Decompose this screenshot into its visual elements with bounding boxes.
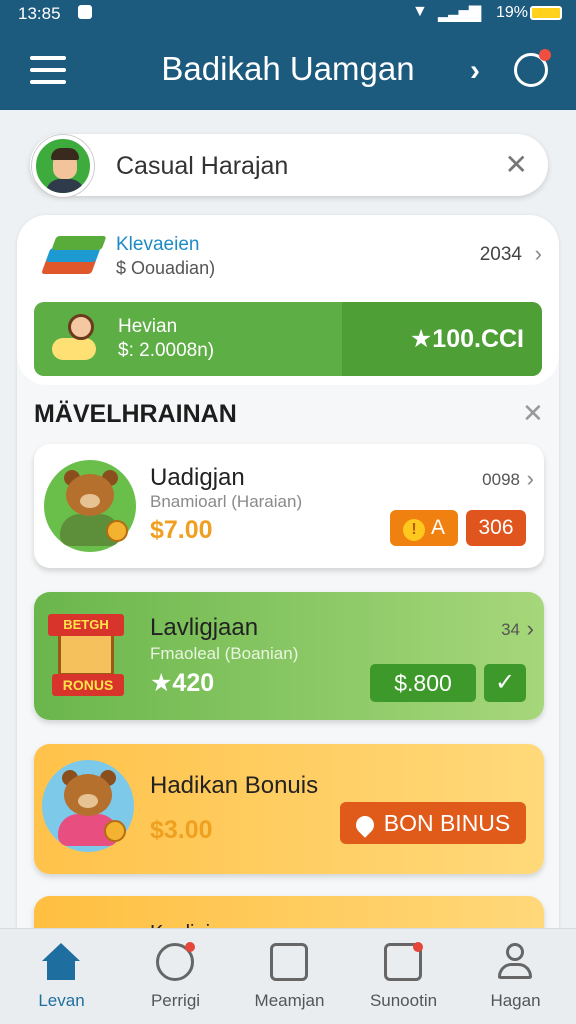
document-icon <box>270 943 308 981</box>
coin-icon: ! <box>402 519 425 541</box>
nav-item-documents[interactable]: Meamjan <box>232 929 347 1024</box>
card-price: $3.00 <box>150 816 213 844</box>
list-item[interactable]: Uadigjan Bnamioarl (Haraian) $7.00 0098 … <box>34 444 544 568</box>
drop-icon <box>352 812 378 838</box>
amount-button[interactable]: $.800 <box>370 664 476 702</box>
status-bar: 13:85 ▼ ▂▃▅▇ 19% <box>0 0 576 26</box>
signal-icon: ▂▃▅▇ <box>438 5 481 22</box>
card-price: ★420 <box>150 669 215 697</box>
avatar[interactable] <box>32 135 94 197</box>
bonus-button[interactable]: BON BINUS <box>340 802 526 844</box>
check-button[interactable]: ✓ <box>484 664 526 702</box>
promo-sub: $: 2.0008n) <box>118 340 215 361</box>
section-title: MÄVELHRAINAN <box>34 400 237 428</box>
battery-percent: 19% <box>496 4 529 21</box>
chevron-right-icon: › <box>526 616 534 641</box>
person-icon <box>496 943 534 981</box>
nav-item-profile[interactable]: Hagan <box>458 929 573 1024</box>
nav-item-home[interactable]: Levan <box>4 929 119 1024</box>
notification-bell-icon[interactable] <box>514 49 551 87</box>
balance-value: 2034 <box>479 244 522 265</box>
card-subtitle: Fmaoleal (Boanian) <box>150 644 299 663</box>
wifi-icon: ▼ <box>412 3 428 20</box>
chevron-right-icon[interactable]: › <box>470 54 480 88</box>
money-stack-icon <box>41 232 107 282</box>
card-subtitle: Bnamioarl (Haraian) <box>150 492 303 511</box>
close-icon[interactable]: ✕ <box>505 148 528 181</box>
list-item[interactable]: Hadikan Bonuis $3.00 BON BINUS <box>34 744 544 874</box>
notification-icon <box>78 5 92 19</box>
balance-sub: $ Oouadian) <box>116 258 216 278</box>
promo-label: Hevian <box>118 316 178 337</box>
nav-item-monitor[interactable]: Sunootin <box>346 929 461 1024</box>
chevron-right-icon: › <box>534 241 542 266</box>
count-button[interactable]: 306 <box>466 510 526 546</box>
nav-item-timer[interactable]: Perrigi <box>118 929 233 1024</box>
user-search-bar[interactable]: Casual Harajan ✕ <box>30 134 548 197</box>
close-icon[interactable]: ✕ <box>522 398 544 429</box>
user-name: Casual Harajan <box>116 152 289 180</box>
battery-icon <box>530 6 562 20</box>
balance-row[interactable]: Klevaeien $ Oouadian) 2034 › <box>34 226 544 290</box>
home-icon <box>42 943 80 981</box>
balance-label: Klevaeien <box>116 234 200 255</box>
bonus-box-icon: BETGH RONUS <box>48 614 126 698</box>
promo-reward: ★100.CCI <box>409 325 524 353</box>
coin-button[interactable]: ! A <box>390 510 458 546</box>
bottom-nav: Levan Perrigi Meamjan Sunootin Hagan <box>0 928 576 1024</box>
baby-icon <box>50 314 102 364</box>
monitor-icon <box>384 942 423 981</box>
app-header: 13:85 ▼ ▂▃▅▇ 19% Badikah Uamgan › <box>0 0 576 110</box>
card-value: 0098 <box>482 470 520 489</box>
card-title: Hadikan Bonuis <box>150 772 319 799</box>
card-title: Uadigjan <box>150 464 245 491</box>
status-time: 13:85 <box>18 4 61 23</box>
promo-bar[interactable]: Hevian $: 2.0008n) ★100.CCI <box>34 302 542 376</box>
page-title: Badikah Uamgan <box>161 50 415 87</box>
card-value: 34 <box>501 620 520 639</box>
notification-dot <box>539 49 551 61</box>
stopwatch-icon <box>156 942 195 981</box>
chevron-right-icon: › <box>526 466 534 491</box>
card-price: $7.00 <box>150 516 213 544</box>
card-title: Lavligjaan <box>150 614 259 641</box>
bear-icon <box>44 460 136 552</box>
bear-icon <box>42 760 134 852</box>
list-item[interactable]: BETGH RONUS Lavligjaan Fmaoleal (Boanian… <box>34 592 544 720</box>
